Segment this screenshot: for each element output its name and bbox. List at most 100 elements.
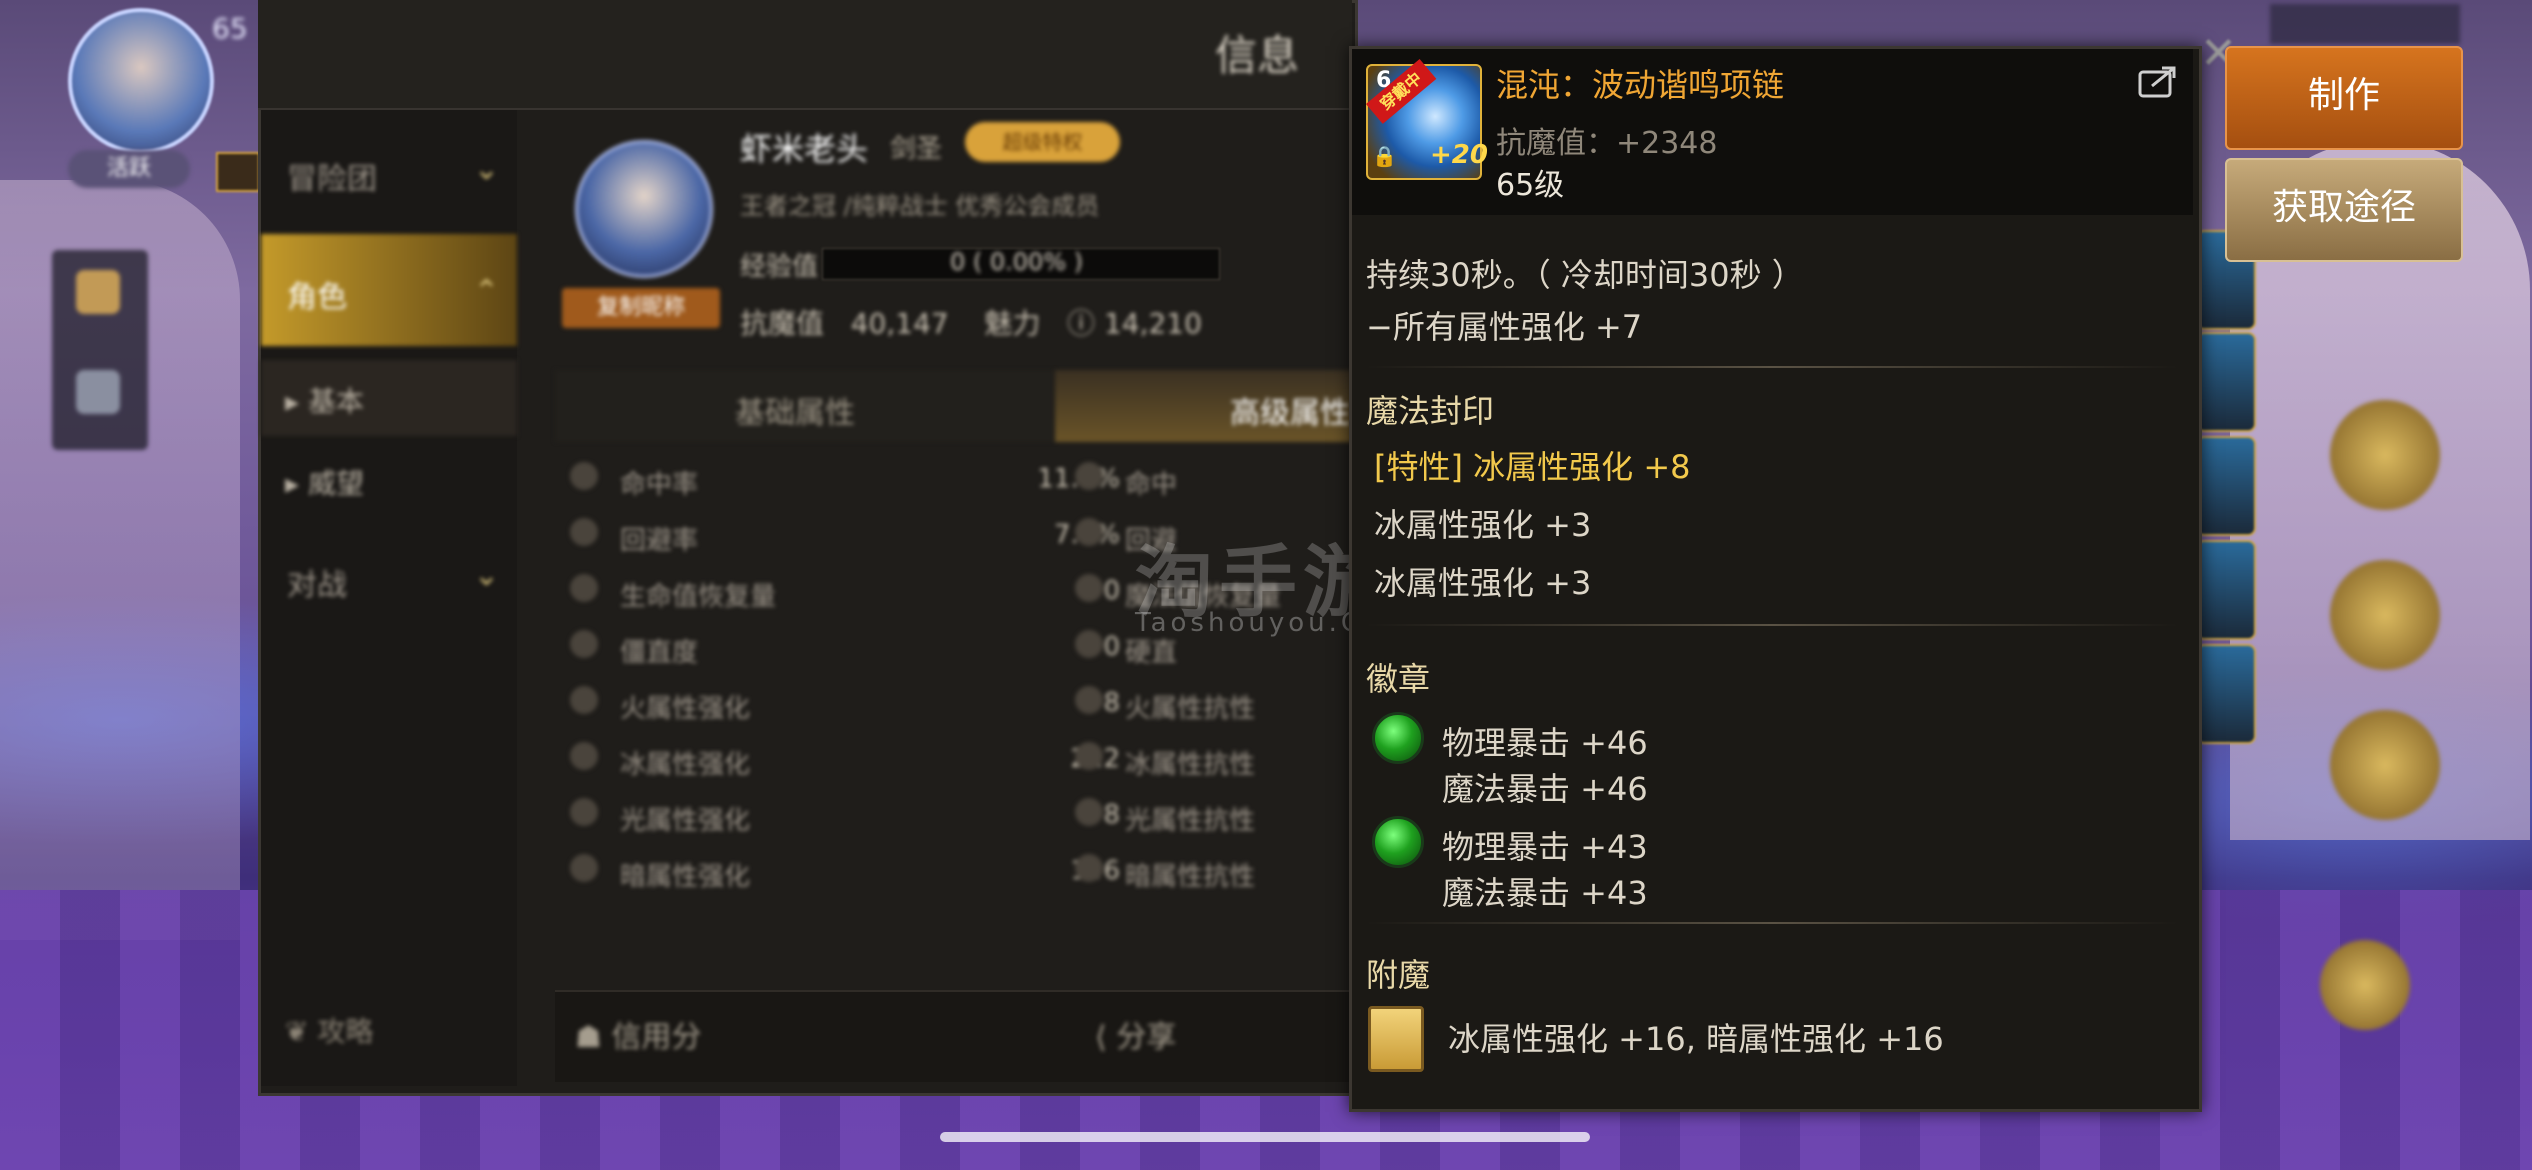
stat-icon — [570, 798, 598, 826]
stat-name: 回避率 — [620, 526, 699, 556]
resist-label: 抗魔值 — [740, 307, 825, 340]
chevron-up-icon: ⌃ — [473, 274, 499, 309]
item-level: 65级 — [1496, 168, 1565, 203]
tab-advanced-attributes[interactable]: 高级属性 — [1055, 370, 1352, 442]
stat-icon — [1075, 742, 1103, 770]
stat-icon — [570, 574, 598, 602]
top-right-tabs[interactable] — [2270, 4, 2460, 44]
make-button[interactable]: 制作 — [2225, 46, 2463, 150]
side-event-icon[interactable] — [2196, 540, 2256, 640]
sidebar-item-label: 角色 — [287, 280, 347, 315]
side-event-icon[interactable] — [2196, 332, 2256, 432]
item-name: 混沌：波动谐鸣项链 — [1496, 66, 1785, 104]
stat-name: 命中 — [1125, 470, 1178, 500]
sidebar-item-character[interactable]: 角色 ⌃ — [261, 234, 517, 346]
exp-value: 0 ( 0.00% ) — [950, 248, 1084, 276]
stat-icon — [570, 854, 598, 882]
charm-label: 魅力 — [984, 307, 1041, 340]
stat-icon — [1075, 630, 1103, 658]
event-building-icon[interactable] — [2330, 710, 2440, 820]
emblem-stat: 物理暴击 +46 — [1442, 724, 1648, 762]
divider — [1366, 366, 2178, 368]
enchant-stat: 冰属性强化 +16, 暗属性强化 +16 — [1448, 1020, 1944, 1058]
stat-name: 火属性抗性 — [1125, 694, 1256, 724]
guild-building-icon[interactable] — [2330, 560, 2440, 670]
tab-label: 基础属性 — [735, 396, 855, 431]
emblem-stat: 物理暴击 +43 — [1442, 828, 1648, 866]
obtain-source-button[interactable]: 获取途径 — [2225, 158, 2463, 262]
emblem-title: 徽章 — [1366, 660, 1431, 698]
help-icon[interactable]: ⓘ — [1067, 307, 1095, 340]
shop-building-icon[interactable] — [2330, 400, 2440, 510]
tab-label: 高级属性 — [1230, 396, 1350, 431]
home-indicator[interactable] — [940, 1132, 1590, 1142]
side-event-icon[interactable] — [2196, 644, 2256, 744]
enchant-title: 附魔 — [1366, 956, 1431, 994]
stat-icon — [570, 742, 598, 770]
stat-name: 暗属性抗性 — [1125, 862, 1256, 892]
magic-seal-special-line: [特性] 冰属性强化 +8 — [1374, 448, 1691, 486]
stat-row: 冰属性强化222冰属性抗性 — [570, 732, 1340, 788]
guide-link[interactable]: ❦ 攻略 — [285, 1010, 373, 1050]
player-level: 65 — [212, 12, 248, 45]
magic-seal-line: 冰属性强化 +3 — [1374, 506, 1592, 544]
enchant-card-icon — [1368, 1006, 1424, 1072]
stat-name: 僵直度 — [620, 638, 699, 668]
stat-row: 火属性强化 98 火属性抗性 — [570, 676, 1340, 732]
credit-score-button[interactable]: ☗ 信用分 — [575, 1012, 701, 1056]
vip-badge: 超级特权 — [965, 122, 1120, 162]
item-effect-line: −所有属性强化 +7 — [1366, 308, 1643, 346]
sidebar-item-battle[interactable]: 对战 ⌄ — [261, 532, 517, 628]
green-emblem-icon — [1372, 712, 1424, 764]
activity-pill[interactable]: 活跃 — [68, 150, 190, 188]
sidebar-subitem-prestige[interactable]: ▸ 威望 — [261, 442, 517, 518]
character-name: 虾米老头 — [740, 130, 869, 168]
stat-icon — [1075, 518, 1103, 546]
info-panel-title: 信息 — [1215, 31, 1300, 80]
stat-name: 冰属性抗性 — [1125, 750, 1256, 780]
stat-name: 暗属性强化 — [620, 862, 751, 892]
stat-icon — [1075, 462, 1103, 490]
share-button[interactable]: ⟨ 分享 — [1095, 1012, 1176, 1056]
helmet-icon[interactable] — [76, 370, 120, 414]
chevron-down-icon: ⌄ — [473, 558, 499, 593]
sidebar-item-adventure-group[interactable]: 冒险团 ⌄ — [261, 126, 517, 222]
info-panel-header — [258, 0, 1352, 110]
stat-icon — [570, 630, 598, 658]
stat-icon — [1075, 574, 1103, 602]
copy-name-button[interactable]: 复制昵称 — [562, 288, 720, 328]
stat-name: 光属性强化 — [620, 806, 751, 836]
stat-name: 火属性强化 — [620, 694, 751, 724]
exp-label: 经验值 — [740, 252, 819, 282]
lock-icon: 🔒 — [1372, 144, 1397, 168]
emblem-stat: 魔法暴击 +43 — [1442, 874, 1648, 912]
sidebar-item-label: 对战 — [287, 568, 347, 603]
hud-square-icon[interactable] — [216, 152, 260, 192]
stat-icon — [1075, 798, 1103, 826]
divider — [1366, 624, 2178, 626]
stat-icon — [1075, 854, 1103, 882]
stat-row: 命中率11.5%命中 — [570, 452, 1340, 508]
stat-icon — [570, 462, 598, 490]
charm-value: 14,210 — [1103, 307, 1202, 340]
left-shortcut-strip — [52, 250, 148, 450]
stat-name: 光属性抗性 — [1125, 806, 1256, 836]
npc-icon[interactable] — [2320, 940, 2410, 1030]
tab-basic-attributes[interactable]: 基础属性 — [555, 370, 1055, 442]
stat-name: 生命值恢复量 — [620, 582, 777, 612]
stat-row: 光属性强化 98 光属性抗性 — [570, 788, 1340, 844]
chevron-down-icon: ⌄ — [473, 152, 499, 187]
item-effect-line: 持续30秒。（ 冷却时间30秒 ） — [1366, 256, 1804, 294]
scroll-icon[interactable] — [76, 270, 120, 314]
stat-name: 冰属性强化 — [620, 750, 751, 780]
magic-seal-line: 冰属性强化 +3 — [1374, 564, 1592, 602]
player-avatar[interactable] — [68, 8, 214, 154]
sidebar-subitem-label: ▸ 基本 — [285, 385, 364, 418]
side-event-icon[interactable] — [2196, 436, 2256, 536]
stat-icon — [570, 686, 598, 714]
share-icon[interactable] — [2138, 64, 2180, 100]
sidebar-subitem-basic[interactable]: ▸ 基本 — [261, 360, 517, 436]
item-upgrade-level: +20 — [1430, 140, 1488, 170]
character-summary-line: 抗魔值 40,147 魅力 ⓘ 14,210 — [740, 302, 1202, 342]
stat-name: 命中率 — [620, 470, 699, 500]
